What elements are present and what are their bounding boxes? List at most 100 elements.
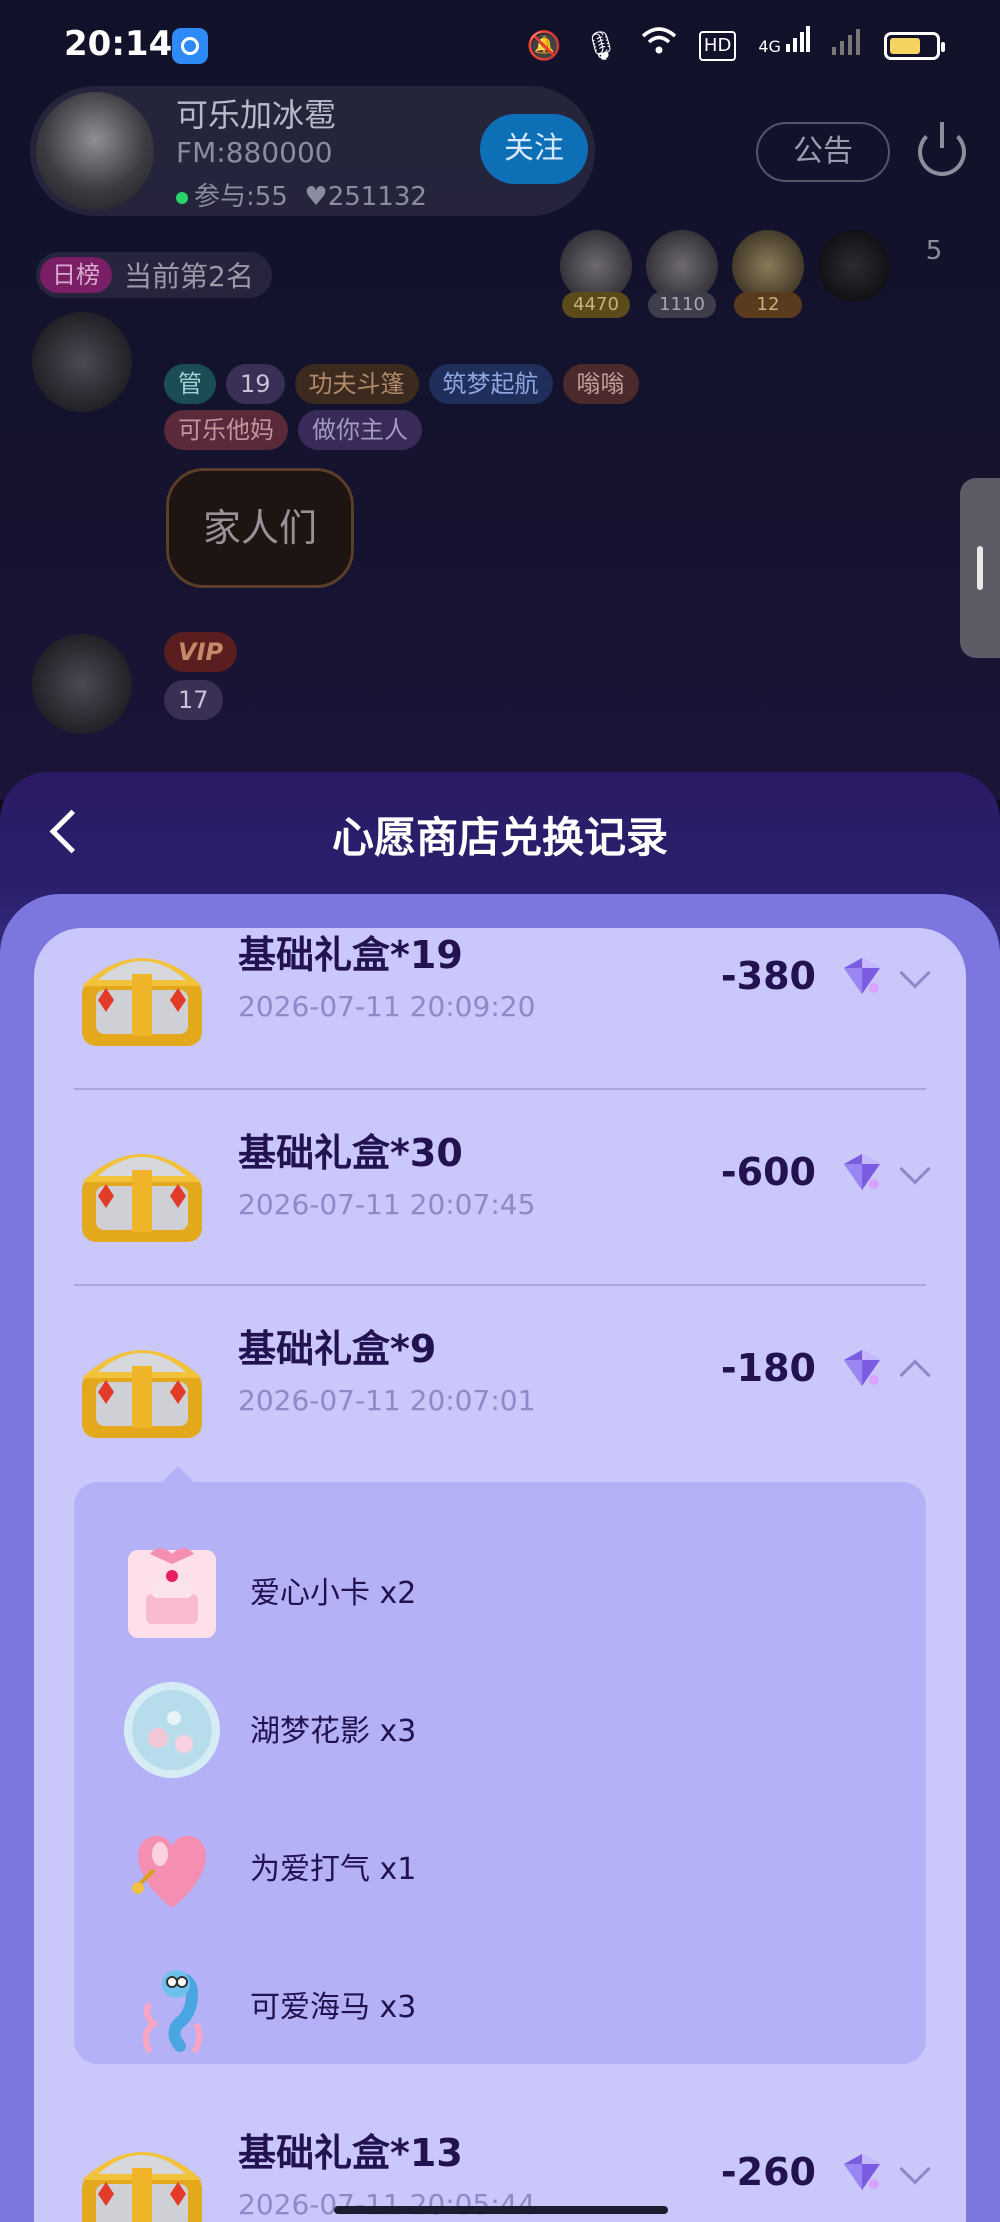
follow-button[interactable]: 关注 [480,114,588,184]
cake-card-icon [128,1548,216,1638]
records-panel: 基础礼盒*19 2026-07-11 20:09:20 -380 基础礼盒*30… [0,894,1000,2222]
admin-badge: 管 [164,364,216,404]
level-badge: 19 [226,364,285,404]
fan-score: 12 [734,292,802,318]
user-tag: 可乐他妈 [164,410,288,450]
mute-bell-icon: 🔕 [526,28,562,62]
record-time: 2026-07-11 20:09:20 [238,990,536,1023]
record-detail-panel: 爱心小卡 x2 湖梦花影 x3 为爱打气 x1 可爱海马 x3 [74,1466,926,2064]
record-time: 2026-07-11 20:07:01 [238,1384,536,1417]
chevron-down-icon[interactable] [899,2153,931,2185]
rank-tag: 日榜 [40,257,112,293]
gem-currency-icon [844,1350,880,1386]
no-signal-icon [832,28,862,64]
notice-button[interactable]: 公告 [756,122,890,182]
flower-bubble-icon [124,1682,220,1778]
top-fans-list: 4470 1110 12 [560,230,890,322]
host-name: 可乐加冰雹 [176,96,337,134]
detail-item-label: 可爱海马 x3 [250,1990,417,2025]
fan-score: 4470 [562,292,630,318]
wifi-icon [641,26,677,65]
chevron-down-icon[interactable] [899,1153,931,1185]
cell-signal-icon: 4G [758,26,810,65]
status-time: 20:14 [64,24,173,64]
medal-badge: 筑梦起航 [428,364,553,404]
sheet-header: 心愿商店兑换记录 [0,772,1000,894]
top-fan-avatar[interactable] [818,230,890,322]
heart-icon: ♥ [304,182,328,212]
power-icon[interactable] [918,122,966,176]
record-amount: -180 [720,1346,816,1390]
network-type: 4G [758,37,781,56]
host-avatar[interactable] [36,92,154,210]
top-fan-avatar[interactable]: 1110 [646,230,718,322]
daily-rank-pill[interactable]: 日榜 当前第2名 [36,252,272,298]
app-notification-icon [172,28,208,64]
battery-icon [884,31,945,60]
record-name: 基础礼盒*9 [238,1327,437,1371]
detail-item: 爱心小卡 x2 [120,1528,880,1648]
host-fm-id: FM:880000 [176,136,333,169]
level-badge: 17 [164,680,223,720]
medal-badge: 嗡嗡 [562,364,639,404]
host-stats: 参与:55 ♥251132 [176,176,427,213]
participants-count: 参与:55 [194,182,288,212]
record-row[interactable]: 基础礼盒*30 2026-07-11 20:07:45 -600 [34,1090,966,1286]
chevron-up-icon[interactable] [899,1359,931,1391]
treasure-chest-icon [82,2152,202,2222]
online-count[interactable]: 5 [912,236,956,266]
fan-score: 1110 [648,292,716,318]
detail-item-label: 为爱打气 x1 [250,1852,417,1887]
live-room-background: 20:14 🔕 🎙 HD 4G 可乐加冰雹 FM:880000 参与:55 ♥2… [0,0,1000,800]
heart-balloon-icon [132,1835,206,1908]
detail-item: 可爱海马 x3 [120,1942,880,2062]
record-amount: -600 [720,1150,816,1194]
rank-text: 当前第2名 [124,260,254,293]
online-dot-icon [176,191,188,204]
gem-currency-icon [844,1154,880,1190]
status-bar: 20:14 🔕 🎙 HD 4G [0,0,1000,90]
chat-tags: 可乐他妈 做你主人 [164,410,422,450]
detail-item: 湖梦花影 x3 [120,1666,880,1786]
likes-count: 251132 [327,182,427,212]
vip-badge: VIP [164,632,238,672]
medal-badge: 功夫斗篷 [294,364,419,404]
chat-badges: 管 19 功夫斗篷 筑梦起航 嗡嗡 [164,364,639,404]
detail-item: 为爱打气 x1 [120,1804,880,1924]
top-fan-avatar[interactable]: 12 [732,230,804,322]
record-name: 基础礼盒*30 [238,1131,463,1175]
status-icons: 🔕 🎙 HD 4G [526,26,945,65]
treasure-chest-icon [82,958,202,1046]
chat-message-bubble: 家人们 [166,468,354,588]
record-name: 基础礼盒*13 [238,2131,463,2175]
chevron-down-icon[interactable] [899,957,931,989]
treasure-chest-icon [82,1154,202,1242]
side-drawer-handle[interactable] [960,478,1000,658]
record-row-expanded[interactable]: 基础礼盒*9 2026-07-11 20:07:01 -180 [34,1286,966,1482]
sheet-title: 心愿商店兑换记录 [331,813,668,862]
user-tag: 做你主人 [298,410,422,450]
home-indicator[interactable] [334,2206,668,2214]
hd-icon: HD [698,30,737,61]
record-amount: -380 [720,954,816,998]
record-time: 2026-07-11 20:07:45 [238,1188,536,1221]
exchange-record-sheet: 心愿商店兑换记录 基础礼盒*19 2026-07-11 20:09:20 -38… [0,772,1000,2222]
chat-user-avatar[interactable] [32,634,132,734]
treasure-chest-icon [82,1350,202,1438]
top-fan-avatar[interactable]: 4470 [560,230,632,322]
record-row[interactable]: 基础礼盒*19 2026-07-11 20:09:20 -380 [34,928,966,1090]
detail-item-label: 爱心小卡 x2 [250,1576,417,1611]
chat-badges: VIP [164,632,238,672]
record-time: 2026-07-11 20:05:44 [238,2188,536,2221]
records-list: 基础礼盒*19 2026-07-11 20:09:20 -380 基础礼盒*30… [34,928,966,2222]
seahorse-icon [142,1970,203,2054]
chat-badges: 17 [164,680,223,720]
detail-item-label: 湖梦花影 x3 [250,1714,417,1749]
record-row[interactable]: 基础礼盒*13 2026-07-11 20:05:44 -260 [34,2082,966,2222]
microphone-icon: 🎙 [583,28,619,62]
record-name: 基础礼盒*19 [238,933,463,977]
gem-currency-icon [844,2154,880,2190]
chat-user-avatar[interactable] [32,312,132,412]
gem-currency-icon [844,958,880,994]
record-amount: -260 [720,2150,816,2194]
